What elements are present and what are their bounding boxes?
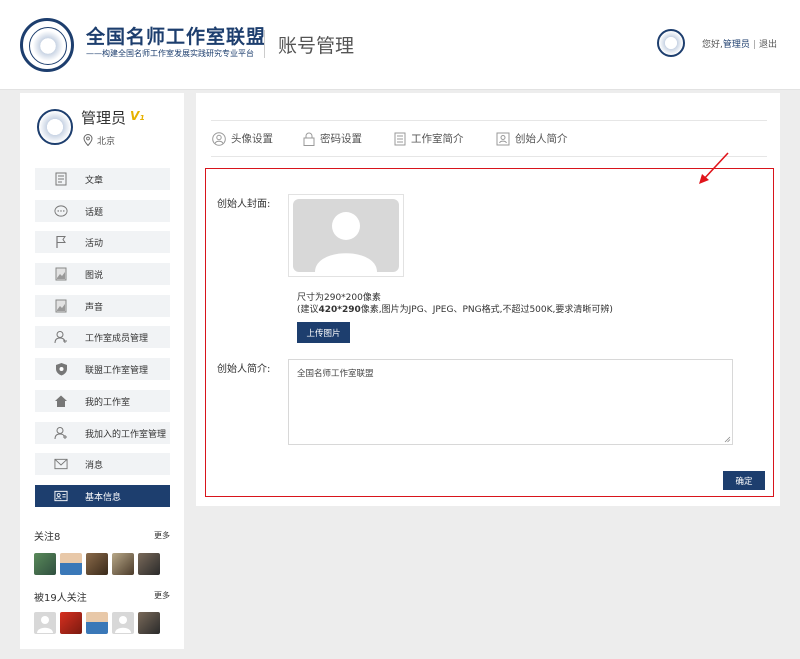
site-logo[interactable] bbox=[20, 18, 74, 72]
founder-intro-textarea[interactable]: 全国名师工作室联盟 bbox=[288, 359, 733, 445]
page-title: 账号管理 bbox=[278, 35, 355, 57]
document-icon bbox=[54, 172, 68, 186]
top-header: 全国名师工作室联盟 ——构建全国名师工作室发展实践研究专业平台 账号管理 您好,… bbox=[0, 0, 800, 90]
profile-name: 管理员 bbox=[81, 109, 127, 127]
upload-image-button[interactable]: 上传图片 bbox=[297, 322, 350, 343]
sidebar-item-activities[interactable]: 活动 bbox=[35, 231, 170, 254]
user-plus-icon bbox=[54, 426, 68, 440]
audio-file-icon bbox=[54, 299, 68, 313]
cover-label: 创始人封面: bbox=[217, 199, 271, 210]
tab-avatar-settings[interactable]: 头像设置 bbox=[212, 131, 273, 146]
followers-title: 被19人关注 bbox=[34, 593, 87, 604]
sidebar-item-alliance-management[interactable]: 联盟工作室管理 bbox=[35, 358, 170, 381]
avatar[interactable] bbox=[60, 612, 82, 634]
sidebar-item-member-management[interactable]: 工作室成员管理 bbox=[35, 326, 170, 349]
portrait-icon bbox=[496, 132, 510, 145]
following-more-link[interactable]: 更多 bbox=[154, 530, 170, 541]
avatar[interactable] bbox=[60, 553, 82, 575]
header-separator: | bbox=[752, 40, 756, 50]
resize-grip-icon[interactable] bbox=[724, 436, 731, 443]
sidebar-item-messages[interactable]: 消息 bbox=[35, 453, 170, 476]
greeting-text: 您好, bbox=[702, 40, 723, 50]
chat-bubble-icon bbox=[54, 204, 68, 218]
sidebar-item-label: 消息 bbox=[85, 461, 104, 472]
avatar[interactable] bbox=[34, 612, 56, 634]
avatar[interactable] bbox=[112, 553, 134, 575]
tab-label: 工作室简介 bbox=[411, 133, 464, 145]
following-title: 关注8 bbox=[34, 532, 61, 543]
avatar[interactable] bbox=[138, 612, 160, 634]
tab-label: 头像设置 bbox=[231, 133, 273, 145]
sidebar-item-label: 基本信息 bbox=[85, 492, 122, 503]
sidebar-item-label: 我的工作室 bbox=[85, 397, 131, 408]
avatar[interactable] bbox=[138, 553, 160, 575]
sidebar-item-label: 声音 bbox=[85, 302, 104, 313]
sidebar: 管理员 V₁ 北京 文章 话题 活动 图说 声音 工作室成员管理 联盟工作室管理… bbox=[20, 93, 184, 649]
avatar[interactable] bbox=[86, 612, 108, 634]
confirm-button[interactable]: 确定 bbox=[723, 471, 765, 490]
sidebar-item-label: 活动 bbox=[85, 239, 104, 250]
tabs-divider-bottom bbox=[211, 156, 767, 157]
header-user-links: 您好,管理员 | 退出 bbox=[702, 37, 777, 50]
home-icon bbox=[54, 394, 68, 408]
sidebar-menu: 文章 话题 活动 图说 声音 工作室成员管理 联盟工作室管理 我的工作室 我加入… bbox=[35, 168, 170, 517]
founder-intro-text: 全国名师工作室联盟 bbox=[297, 369, 374, 379]
placeholder-image bbox=[293, 199, 399, 272]
sidebar-item-label: 工作室成员管理 bbox=[85, 334, 149, 345]
tab-label: 创始人简介 bbox=[515, 133, 568, 145]
tabs-divider-top bbox=[211, 120, 767, 121]
shield-icon bbox=[54, 362, 68, 376]
avatar-icon bbox=[212, 131, 226, 146]
profile-avatar[interactable] bbox=[37, 109, 73, 145]
format-hint-suffix: 像素,图片为JPG、JPEG、PNG格式,不超过500K,要求清晰可辨) bbox=[360, 305, 613, 315]
format-hint-size: 420*290 bbox=[318, 305, 361, 315]
sidebar-item-label: 我加入的工作室管理 bbox=[85, 429, 167, 440]
format-hint-prefix: (建议 bbox=[297, 305, 319, 315]
format-hint: (建议420*290像素,图片为JPG、JPEG、PNG格式,不超过500K,要… bbox=[297, 302, 613, 315]
brand-title: 全国名师工作室联盟 bbox=[86, 26, 267, 48]
sidebar-item-picture-stories[interactable]: 图说 bbox=[35, 263, 170, 286]
avatar[interactable] bbox=[34, 553, 56, 575]
logout-link[interactable]: 退出 bbox=[759, 40, 777, 50]
brand-subtitle: ——构建全国名师工作室发展实践研究专业平台 bbox=[86, 49, 254, 58]
sidebar-item-audio[interactable]: 声音 bbox=[35, 294, 170, 317]
user-link[interactable]: 管理员 bbox=[723, 40, 750, 50]
tab-founder-intro[interactable]: 创始人简介 bbox=[496, 131, 568, 146]
sidebar-item-joined-studios[interactable]: 我加入的工作室管理 bbox=[35, 421, 170, 444]
header-divider bbox=[264, 30, 265, 58]
location-pin-icon bbox=[83, 134, 93, 146]
avatar[interactable] bbox=[112, 612, 134, 634]
mail-icon bbox=[54, 457, 68, 471]
user-placeholder-icon bbox=[315, 212, 377, 272]
sidebar-item-my-studio[interactable]: 我的工作室 bbox=[35, 389, 170, 412]
sidebar-item-topics[interactable]: 话题 bbox=[35, 199, 170, 222]
header-avatar[interactable] bbox=[657, 29, 685, 57]
id-card-icon bbox=[54, 489, 68, 503]
image-icon bbox=[54, 267, 68, 281]
sidebar-item-basic-info[interactable]: 基本信息 bbox=[35, 484, 170, 507]
following-avatars bbox=[34, 553, 160, 575]
tab-password-settings[interactable]: 密码设置 bbox=[303, 131, 362, 146]
founder-form-highlight: 创始人封面: 尺寸为290*200像素 (建议420*290像素,图片为JPG、… bbox=[205, 168, 774, 497]
sidebar-item-label: 话题 bbox=[85, 207, 104, 218]
member-icon bbox=[54, 330, 68, 344]
tab-studio-intro[interactable]: 工作室简介 bbox=[394, 131, 464, 146]
flag-icon bbox=[54, 235, 68, 249]
intro-label: 创始人简介: bbox=[217, 364, 271, 375]
follower-avatars bbox=[34, 612, 160, 634]
profile-location: 北京 bbox=[97, 137, 116, 147]
cover-image-preview[interactable] bbox=[288, 194, 404, 277]
document-icon bbox=[394, 132, 406, 145]
sidebar-item-label: 图说 bbox=[85, 271, 104, 282]
sidebar-item-label: 联盟工作室管理 bbox=[85, 366, 149, 377]
sidebar-item-articles[interactable]: 文章 bbox=[35, 168, 170, 190]
annotation-arrow-icon bbox=[699, 152, 729, 184]
tab-label: 密码设置 bbox=[320, 133, 362, 145]
lock-icon bbox=[303, 132, 315, 146]
vip-badge: V₁ bbox=[130, 109, 145, 123]
sidebar-item-label: 文章 bbox=[85, 176, 104, 186]
followers-more-link[interactable]: 更多 bbox=[154, 590, 170, 601]
avatar[interactable] bbox=[86, 553, 108, 575]
